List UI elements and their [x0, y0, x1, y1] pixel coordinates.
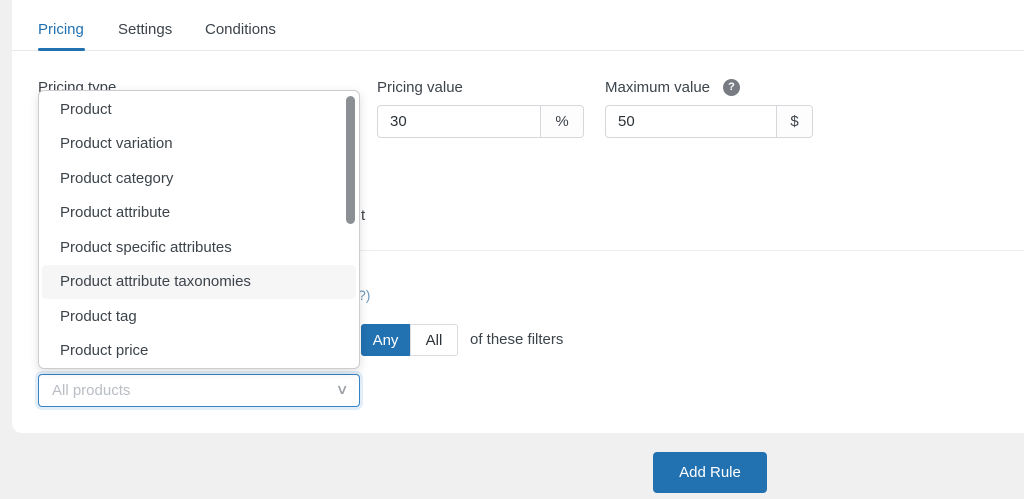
active-tab-underline: [38, 48, 85, 51]
pricing-value-label: Pricing value: [377, 79, 463, 96]
product-filter-select[interactable]: ∨: [38, 374, 360, 407]
maximum-value-label: Maximum value: [605, 79, 711, 96]
add-rule-button[interactable]: Add Rule: [653, 452, 767, 493]
obscured-text-fragment: t: [361, 207, 366, 224]
product-filter-input[interactable]: [39, 375, 359, 406]
dropdown-option-product-attribute-taxonomies[interactable]: Product attribute taxonomies: [42, 264, 356, 299]
dropdown-option-product-variation[interactable]: Product variation: [42, 127, 356, 162]
dropdown-scrollbar-thumb[interactable]: [346, 96, 355, 224]
maximum-value-unit: $: [776, 106, 812, 137]
pricing-type-dropdown-menu: Product Product variation Product catego…: [38, 90, 360, 369]
help-icon[interactable]: ?: [723, 79, 740, 96]
pricing-value-unit: %: [540, 106, 583, 137]
dropdown-option-product[interactable]: Product: [42, 92, 356, 127]
filter-match-all-button[interactable]: All: [410, 324, 458, 356]
maximum-value-input[interactable]: [606, 106, 776, 137]
tab-settings[interactable]: Settings: [118, 21, 172, 38]
filters-suffix-label: of these filters: [470, 331, 564, 348]
maximum-value-group: $: [605, 105, 813, 138]
pricing-value-group: %: [377, 105, 584, 138]
filter-match-any-button[interactable]: Any: [361, 324, 410, 356]
tab-conditions[interactable]: Conditions: [205, 21, 276, 38]
dropdown-option-product-category[interactable]: Product category: [42, 161, 356, 196]
tabbar-divider: [12, 50, 1024, 51]
dropdown-option-product-specific-attributes[interactable]: Product specific attributes: [42, 230, 356, 265]
dropdown-option-product-tag[interactable]: Product tag: [42, 299, 356, 334]
tab-pricing[interactable]: Pricing: [38, 21, 84, 38]
dropdown-option-product-price[interactable]: Product price: [42, 334, 356, 369]
pricing-rule-editor: Pricing Settings Conditions Pricing type…: [0, 0, 1024, 499]
pricing-value-input[interactable]: [378, 106, 540, 137]
dropdown-option-product-attribute[interactable]: Product attribute: [42, 196, 356, 231]
